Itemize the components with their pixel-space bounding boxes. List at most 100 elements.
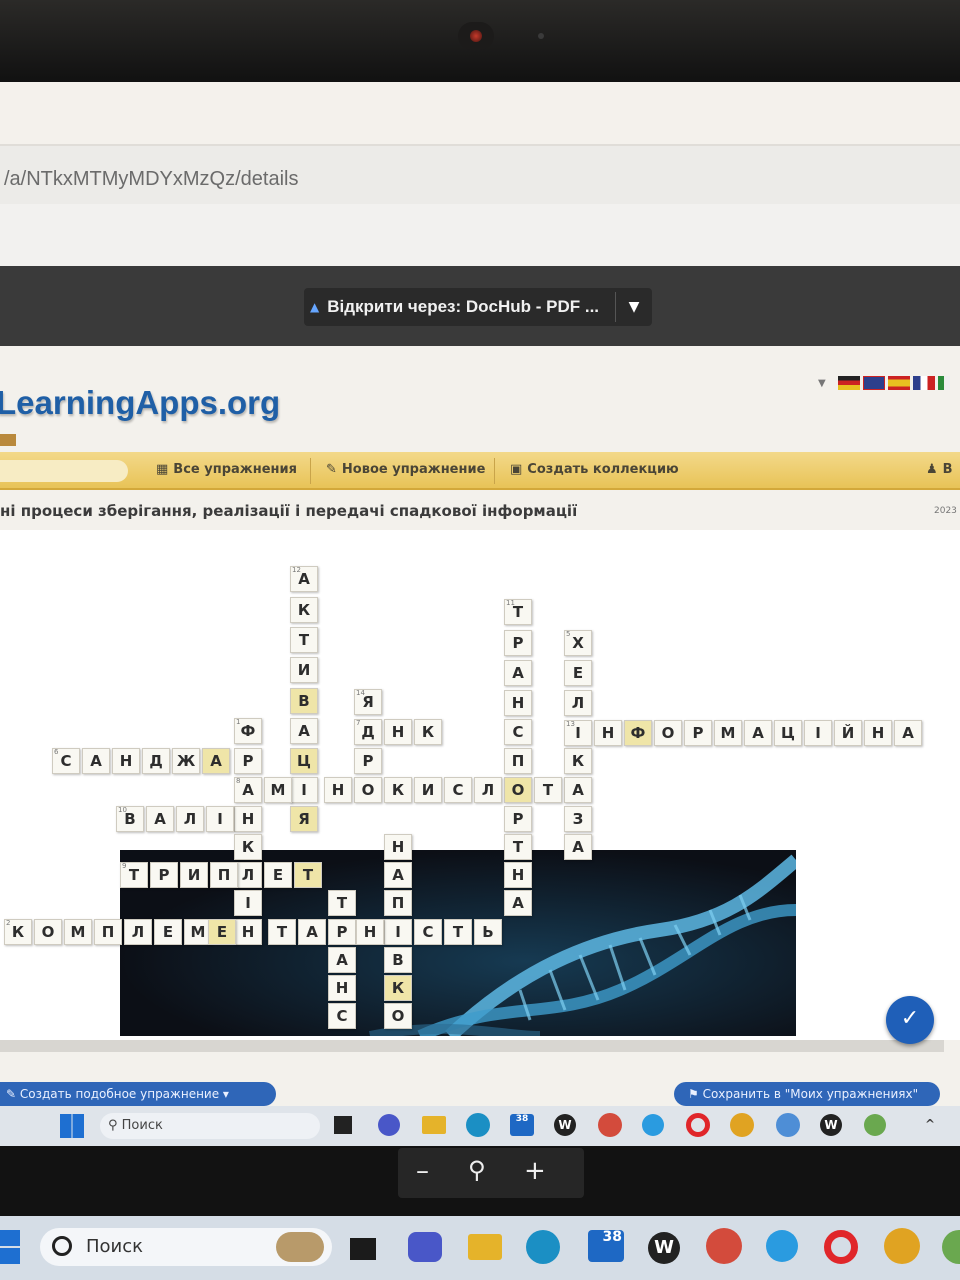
- task-view-icon-large[interactable]: [350, 1238, 376, 1260]
- crossword-cell[interactable]: К: [290, 597, 318, 623]
- edge-icon-large[interactable]: [526, 1230, 560, 1264]
- crossword-cell[interactable]: И: [414, 777, 442, 803]
- crossword-cell[interactable]: Н: [356, 919, 384, 945]
- crossword-cell[interactable]: Т: [268, 919, 296, 945]
- horizontal-scrollbar[interactable]: [0, 1040, 944, 1052]
- crossword-cell[interactable]: М: [714, 720, 742, 746]
- crossword-cell[interactable]: К: [414, 719, 442, 745]
- crossword-cell[interactable]: Ф: [624, 720, 652, 746]
- meet-icon-large[interactable]: [408, 1232, 442, 1262]
- crossword-cell[interactable]: Ц: [290, 748, 318, 774]
- crossword-cell[interactable]: П: [210, 862, 238, 888]
- crossword-cell[interactable]: Н: [504, 862, 532, 888]
- crossword-cell[interactable]: А: [290, 718, 318, 744]
- crossword-cell[interactable]: Т: [294, 862, 322, 888]
- crossword-cell[interactable]: Н: [384, 834, 412, 860]
- crossword-cell[interactable]: Л: [176, 806, 204, 832]
- crossword-cell[interactable]: П: [384, 890, 412, 916]
- crossword-cell[interactable]: К: [384, 975, 412, 1001]
- crossword-cell[interactable]: 14 Я: [354, 689, 382, 715]
- chrome-icon-large[interactable]: [884, 1228, 920, 1264]
- app-w-icon-2[interactable]: W: [820, 1114, 842, 1136]
- zoom-out-icon[interactable]: –: [416, 1156, 429, 1186]
- crossword-cell[interactable]: Я: [290, 806, 318, 832]
- chrome-icon-3[interactable]: [864, 1114, 886, 1136]
- crossword-cell[interactable]: О: [384, 1003, 412, 1029]
- mail-icon-large[interactable]: 38: [588, 1230, 624, 1262]
- meet-icon[interactable]: [378, 1114, 400, 1136]
- crossword-cell[interactable]: 7Д: [354, 719, 382, 745]
- crossword-cell[interactable]: Н: [234, 806, 262, 832]
- nav-all-exercises[interactable]: ▦ Все упражнения: [156, 462, 297, 477]
- telegram-icon-large[interactable]: [766, 1230, 798, 1262]
- crossword-cell[interactable]: Т: [328, 890, 356, 916]
- crossword-cell[interactable]: И: [180, 862, 208, 888]
- crossword-cell[interactable]: О: [354, 777, 382, 803]
- check-answers-button[interactable]: ✓: [886, 996, 934, 1044]
- zoom-in-icon[interactable]: +: [524, 1156, 546, 1186]
- crossword-cell[interactable]: 5Х: [564, 630, 592, 656]
- crossword-cell[interactable]: Н: [324, 777, 352, 803]
- nav-create-collection[interactable]: ▣ Создать коллекцию: [510, 462, 679, 477]
- crossword-cell[interactable]: О: [654, 720, 682, 746]
- flag-spain-icon[interactable]: [888, 376, 910, 390]
- crossword-cell[interactable]: Л: [124, 919, 152, 945]
- dropdown-caret-icon[interactable]: ▼: [616, 299, 652, 315]
- crossword-cell[interactable]: Т: [504, 834, 532, 860]
- crossword-cell[interactable]: А: [504, 660, 532, 686]
- crossword-cell[interactable]: Т: [534, 777, 562, 803]
- chrome-icon[interactable]: [730, 1113, 754, 1137]
- nav-new-exercise[interactable]: ✎ Новое упражнение: [326, 462, 485, 477]
- crossword-cell[interactable]: Л: [474, 777, 502, 803]
- tray-chevron-icon[interactable]: ^: [922, 1116, 938, 1132]
- create-similar-button[interactable]: ✎ Создать подобное упражнение ▾: [0, 1082, 276, 1106]
- search-highlight-owl-icon[interactable]: [276, 1232, 324, 1262]
- language-flags[interactable]: [838, 376, 950, 390]
- crossword-cell[interactable]: Й: [834, 720, 862, 746]
- crossword-cell[interactable]: С: [328, 1003, 356, 1029]
- crossword-cell[interactable]: Е: [264, 862, 292, 888]
- crossword-cell[interactable]: А: [744, 720, 772, 746]
- url-text[interactable]: /a/NTkxMTMyMDYxMzQz/details: [4, 168, 298, 191]
- flag-germany-icon[interactable]: [838, 376, 860, 390]
- crossword-cell[interactable]: С: [504, 719, 532, 745]
- crossword-cell[interactable]: 8А: [234, 777, 262, 803]
- language-dropdown-icon[interactable]: ▼: [818, 378, 826, 389]
- app-w-icon-large[interactable]: W: [648, 1232, 680, 1264]
- save-to-my-exercises-button[interactable]: ⚑ Сохранить в "Моих упражнениях": [674, 1082, 940, 1106]
- crossword-cell[interactable]: К: [234, 834, 262, 860]
- flag-france-icon[interactable]: [913, 376, 935, 390]
- crossword-cell[interactable]: Р: [504, 630, 532, 656]
- crossword-cell[interactable]: І: [290, 777, 318, 803]
- crossword-cell[interactable]: А: [202, 748, 230, 774]
- crossword-cell[interactable]: 9Т: [120, 862, 148, 888]
- crossword-cell[interactable]: І: [804, 720, 832, 746]
- crossword-cell[interactable]: А: [146, 806, 174, 832]
- crossword-cell[interactable]: Т: [290, 627, 318, 653]
- flag-uk-icon[interactable]: [863, 376, 885, 390]
- crossword-cell[interactable]: Р: [328, 919, 356, 945]
- edge-icon[interactable]: [466, 1113, 490, 1137]
- crossword-cell[interactable]: Е: [154, 919, 182, 945]
- nav-login[interactable]: ♟ В: [926, 462, 953, 477]
- crossword-cell[interactable]: 12 А: [290, 566, 318, 592]
- crossword-cell[interactable]: Н: [112, 748, 140, 774]
- windows-start-icon[interactable]: [60, 1114, 84, 1138]
- crossword-cell[interactable]: М: [64, 919, 92, 945]
- nav-search-input[interactable]: [0, 460, 128, 482]
- crossword-cell[interactable]: А: [384, 862, 412, 888]
- folder-icon-large[interactable]: [468, 1234, 502, 1260]
- crossword-cell[interactable]: О: [504, 777, 532, 803]
- crossword-cell[interactable]: А: [298, 919, 326, 945]
- folder-icon[interactable]: [422, 1116, 446, 1134]
- telegram-icon[interactable]: [642, 1114, 664, 1136]
- crossword-cell[interactable]: З: [564, 806, 592, 832]
- crossword-cell[interactable]: А: [82, 748, 110, 774]
- crossword-cell[interactable]: С: [414, 919, 442, 945]
- crossword-cell[interactable]: П: [94, 919, 122, 945]
- task-view-icon[interactable]: [334, 1116, 352, 1134]
- crossword-cell[interactable]: Ц: [774, 720, 802, 746]
- crossword-cell[interactable]: Л: [234, 862, 262, 888]
- crossword-cell[interactable]: 10 В: [116, 806, 144, 832]
- crossword-cell[interactable]: 11 Т: [504, 599, 532, 625]
